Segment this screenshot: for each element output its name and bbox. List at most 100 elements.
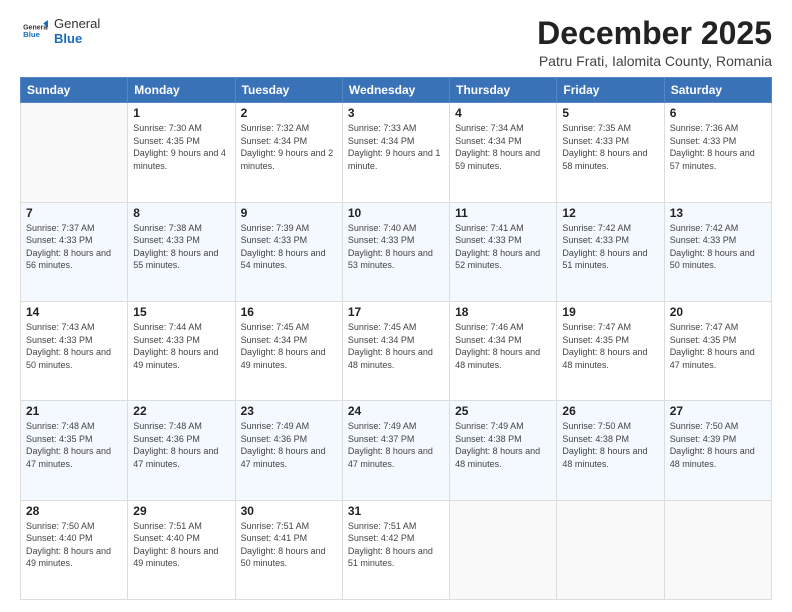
day-info: Sunrise: 7:51 AMSunset: 4:41 PMDaylight:…: [241, 520, 337, 570]
calendar-cell: 6Sunrise: 7:36 AMSunset: 4:33 PMDaylight…: [664, 103, 771, 202]
calendar-cell: 1 Sunrise: 7:30 AMSunset: 4:35 PMDaylight…: [128, 103, 235, 202]
calendar-header-saturday: Saturday: [664, 78, 771, 103]
calendar-week-row: 28Sunrise: 7:50 AMSunset: 4:40 PMDayligh…: [21, 500, 772, 599]
day-number: 14: [26, 305, 122, 319]
day-number: 3: [348, 106, 444, 120]
day-info: Sunrise: 7:39 AMSunset: 4:33 PMDaylight:…: [241, 222, 337, 272]
calendar-week-row: 14 Sunrise: 7:43 AMSunset: 4:33 PMDayligh…: [21, 301, 772, 400]
calendar-cell: 15Sunrise: 7:44 AMSunset: 4:33 PMDayligh…: [128, 301, 235, 400]
page: General Blue General Blue December 2025 …: [0, 0, 792, 612]
day-number: 31: [348, 504, 444, 518]
page-title: December 2025: [537, 16, 772, 51]
calendar-header-monday: Monday: [128, 78, 235, 103]
header: General Blue General Blue December 2025 …: [20, 16, 772, 69]
calendar-table: SundayMondayTuesdayWednesdayThursdayFrid…: [20, 77, 772, 600]
day-info: Sunrise: 7:43 AMSunset: 4:33 PMDaylight:…: [26, 321, 122, 371]
day-info: Sunrise: 7:38 AMSunset: 4:33 PMDaylight:…: [133, 222, 229, 272]
calendar-cell: 19Sunrise: 7:47 AMSunset: 4:35 PMDayligh…: [557, 301, 664, 400]
calendar-cell: 29 Sunrise: 7:51 AMSunset: 4:40 PMDayligh…: [128, 500, 235, 599]
calendar-cell: 17 Sunrise: 7:45 AMSunset: 4:34 PMDayligh…: [342, 301, 449, 400]
calendar-cell: 22Sunrise: 7:48 AMSunset: 4:36 PMDayligh…: [128, 401, 235, 500]
day-number: 19: [562, 305, 658, 319]
calendar-cell: 13 Sunrise: 7:42 AMSunset: 4:33 PMDayligh…: [664, 202, 771, 301]
day-info: Sunrise: 7:45 AMSunset: 4:34 PMDaylight:…: [241, 321, 337, 371]
day-info: Sunrise: 7:49 AMSunset: 4:36 PMDaylight:…: [241, 420, 337, 470]
calendar-header-sunday: Sunday: [21, 78, 128, 103]
day-number: 30: [241, 504, 337, 518]
calendar-cell: 11 Sunrise: 7:41 AMSunset: 4:33 PMDayligh…: [450, 202, 557, 301]
day-number: 29: [133, 504, 229, 518]
day-number: 17: [348, 305, 444, 319]
day-number: 16: [241, 305, 337, 319]
day-number: 1: [133, 106, 229, 120]
calendar-header-friday: Friday: [557, 78, 664, 103]
logo: General Blue General Blue: [20, 16, 100, 46]
day-number: 4: [455, 106, 551, 120]
day-info: Sunrise: 7:32 AMSunset: 4:34 PMDaylight:…: [241, 122, 337, 172]
calendar-cell: 3 Sunrise: 7:33 AMSunset: 4:34 PMDaylight…: [342, 103, 449, 202]
calendar-header-row: SundayMondayTuesdayWednesdayThursdayFrid…: [21, 78, 772, 103]
logo-blue: Blue: [54, 31, 100, 46]
day-number: 12: [562, 206, 658, 220]
day-number: 20: [670, 305, 766, 319]
logo-icon: General Blue: [20, 17, 48, 45]
day-number: 7: [26, 206, 122, 220]
calendar-cell: 30 Sunrise: 7:51 AMSunset: 4:41 PMDayligh…: [235, 500, 342, 599]
day-number: 15: [133, 305, 229, 319]
calendar-header-tuesday: Tuesday: [235, 78, 342, 103]
calendar-cell: 8Sunrise: 7:38 AMSunset: 4:33 PMDaylight…: [128, 202, 235, 301]
calendar-cell: 25 Sunrise: 7:49 AMSunset: 4:38 PMDayligh…: [450, 401, 557, 500]
day-info: Sunrise: 7:37 AMSunset: 4:33 PMDaylight:…: [26, 222, 122, 272]
page-subtitle: Patru Frati, Ialomita County, Romania: [537, 53, 772, 69]
day-info: Sunrise: 7:49 AMSunset: 4:37 PMDaylight:…: [348, 420, 444, 470]
day-info: Sunrise: 7:51 AMSunset: 4:42 PMDaylight:…: [348, 520, 444, 570]
calendar-cell: [21, 103, 128, 202]
calendar-week-row: 7 Sunrise: 7:37 AMSunset: 4:33 PMDaylight…: [21, 202, 772, 301]
title-block: December 2025 Patru Frati, Ialomita Coun…: [537, 16, 772, 69]
day-number: 23: [241, 404, 337, 418]
day-info: Sunrise: 7:48 AMSunset: 4:36 PMDaylight:…: [133, 420, 229, 470]
calendar-cell: 23 Sunrise: 7:49 AMSunset: 4:36 PMDayligh…: [235, 401, 342, 500]
calendar-cell: 18 Sunrise: 7:46 AMSunset: 4:34 PMDayligh…: [450, 301, 557, 400]
calendar-cell: 5Sunrise: 7:35 AMSunset: 4:33 PMDaylight…: [557, 103, 664, 202]
logo-general: General: [54, 16, 100, 31]
calendar-cell: 14 Sunrise: 7:43 AMSunset: 4:33 PMDayligh…: [21, 301, 128, 400]
calendar-cell: 20 Sunrise: 7:47 AMSunset: 4:35 PMDayligh…: [664, 301, 771, 400]
calendar-cell: 2Sunrise: 7:32 AMSunset: 4:34 PMDaylight…: [235, 103, 342, 202]
day-number: 18: [455, 305, 551, 319]
calendar-cell: 10 Sunrise: 7:40 AMSunset: 4:33 PMDayligh…: [342, 202, 449, 301]
day-number: 13: [670, 206, 766, 220]
day-number: 24: [348, 404, 444, 418]
calendar-cell: 26Sunrise: 7:50 AMSunset: 4:38 PMDayligh…: [557, 401, 664, 500]
calendar-header-wednesday: Wednesday: [342, 78, 449, 103]
day-number: 25: [455, 404, 551, 418]
day-info: Sunrise: 7:47 AMSunset: 4:35 PMDaylight:…: [670, 321, 766, 371]
day-info: Sunrise: 7:33 AMSunset: 4:34 PMDaylight:…: [348, 122, 444, 172]
day-info: Sunrise: 7:34 AMSunset: 4:34 PMDaylight:…: [455, 122, 551, 172]
day-number: 10: [348, 206, 444, 220]
calendar-cell: 9 Sunrise: 7:39 AMSunset: 4:33 PMDaylight…: [235, 202, 342, 301]
day-info: Sunrise: 7:45 AMSunset: 4:34 PMDaylight:…: [348, 321, 444, 371]
calendar-header-thursday: Thursday: [450, 78, 557, 103]
svg-text:Blue: Blue: [23, 30, 41, 39]
day-info: Sunrise: 7:40 AMSunset: 4:33 PMDaylight:…: [348, 222, 444, 272]
calendar-week-row: 21Sunrise: 7:48 AMSunset: 4:35 PMDayligh…: [21, 401, 772, 500]
day-info: Sunrise: 7:46 AMSunset: 4:34 PMDaylight:…: [455, 321, 551, 371]
calendar-cell: [664, 500, 771, 599]
calendar-cell: [557, 500, 664, 599]
calendar-cell: 4 Sunrise: 7:34 AMSunset: 4:34 PMDaylight…: [450, 103, 557, 202]
day-info: Sunrise: 7:51 AMSunset: 4:40 PMDaylight:…: [133, 520, 229, 570]
day-number: 21: [26, 404, 122, 418]
calendar-cell: 12Sunrise: 7:42 AMSunset: 4:33 PMDayligh…: [557, 202, 664, 301]
calendar-cell: [450, 500, 557, 599]
day-info: Sunrise: 7:50 AMSunset: 4:39 PMDaylight:…: [670, 420, 766, 470]
day-info: Sunrise: 7:30 AMSunset: 4:35 PMDaylight:…: [133, 122, 229, 172]
day-info: Sunrise: 7:41 AMSunset: 4:33 PMDaylight:…: [455, 222, 551, 272]
day-number: 9: [241, 206, 337, 220]
day-info: Sunrise: 7:42 AMSunset: 4:33 PMDaylight:…: [670, 222, 766, 272]
day-number: 11: [455, 206, 551, 220]
day-number: 5: [562, 106, 658, 120]
day-info: Sunrise: 7:49 AMSunset: 4:38 PMDaylight:…: [455, 420, 551, 470]
calendar-cell: 27Sunrise: 7:50 AMSunset: 4:39 PMDayligh…: [664, 401, 771, 500]
calendar-cell: 21Sunrise: 7:48 AMSunset: 4:35 PMDayligh…: [21, 401, 128, 500]
